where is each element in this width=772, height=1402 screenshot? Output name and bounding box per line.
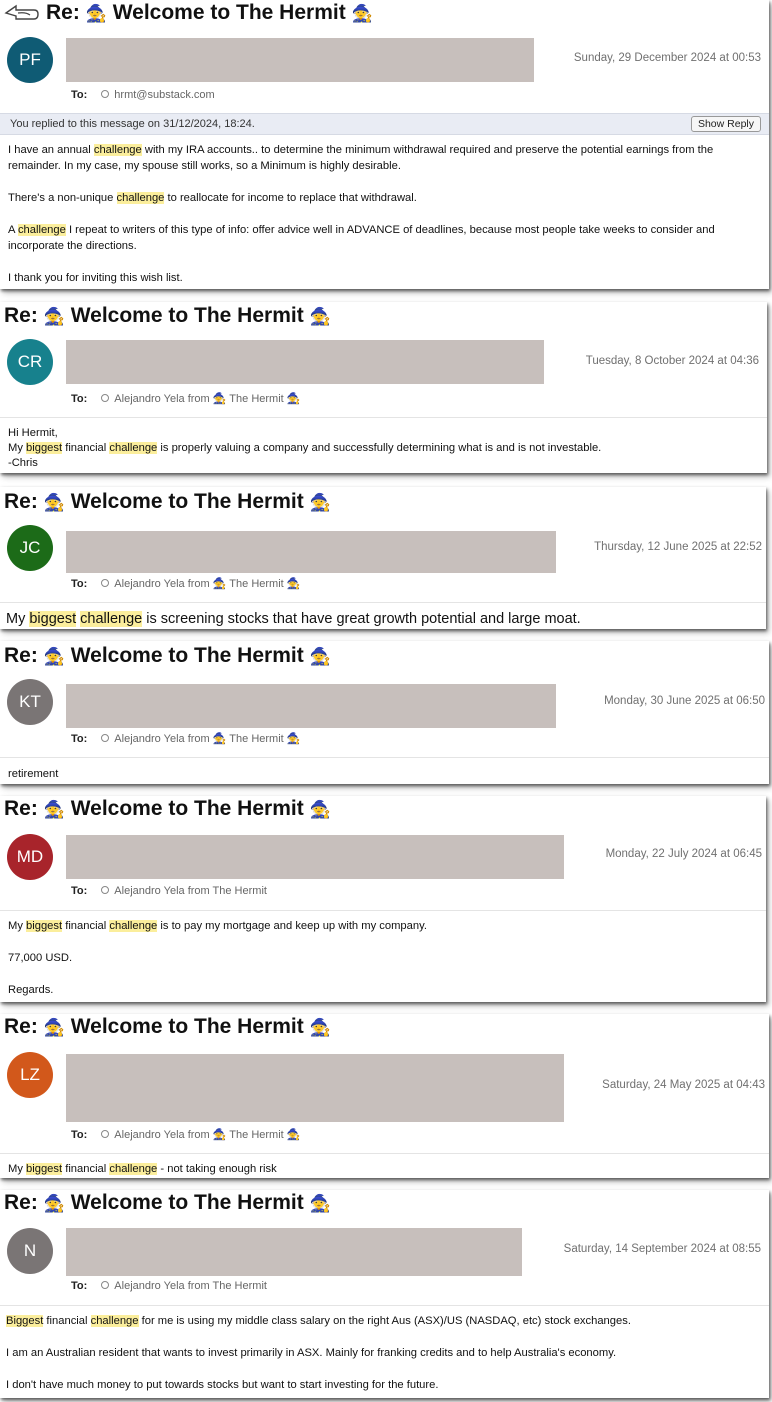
wizard-emoji-icon: 🧙 [43,1194,65,1213]
recipient-row: To: Alejandro Yela from 🧙 The Hermit 🧙 [71,578,301,590]
email-subject: Re: 🧙 Welcome to The Hermit 🧙 [4,1191,331,1214]
show-reply-button[interactable]: Show Reply [690,116,761,132]
redacted-sender [66,1228,522,1276]
recipient-status-icon [101,579,110,588]
wizard-emoji-icon: 🧙 [43,307,65,326]
body-paragraph: A challenge I repeat to writers of this … [8,224,715,252]
email-date: Saturday, 14 September 2024 at 08:55 [563,1243,761,1255]
avatar: CR [7,339,53,385]
email-card-jc: Re: 🧙 Welcome to The Hermit 🧙 JC Thursda… [0,487,766,629]
wizard-emoji-icon: 🧙 [43,1018,65,1037]
message-body: My biggest financial challenge is to pay… [8,920,427,996]
body-paragraph: I thank you for inviting this wish list. [8,272,183,284]
wizard-emoji-icon: 🧙 [309,1018,331,1037]
wizard-emoji-icon: 🧙 [85,4,107,23]
email-card-pf: Re: 🧙 Welcome to The Hermit 🧙 PF Sunday,… [0,0,769,289]
body-paragraph: I have an annual challenge with my IRA a… [8,144,714,172]
email-date: Saturday, 24 May 2025 at 04:43 [602,1079,765,1091]
email-date: Thursday, 12 June 2025 at 22:52 [594,541,762,553]
header-divider [0,757,769,758]
header-divider [0,417,767,418]
message-body: Hi Hermit, My biggest financial challeng… [8,427,602,469]
redacted-sender [66,684,556,728]
avatar: LZ [7,1052,53,1098]
avatar: MD [7,834,53,880]
message-body: My biggest challenge is screening stocks… [6,611,581,627]
wizard-emoji-icon: 🧙 [43,493,65,512]
wizard-emoji-icon: 🧙 [309,647,331,666]
header-divider [0,602,766,603]
recipient-status-icon [101,734,110,743]
email-card-md: Re: 🧙 Welcome to The Hermit 🧙 MD Monday,… [0,796,766,1002]
recipient-status-icon [101,394,110,403]
wizard-emoji-icon: 🧙 [43,800,65,819]
recipient-row: To: Alejandro Yela from The Hermit [71,1280,267,1292]
replied-arrow-icon [4,5,39,21]
redacted-sender [66,531,556,573]
redacted-sender [66,38,534,82]
wizard-emoji-icon: 🧙 [309,800,331,819]
email-card-lz: Re: 🧙 Welcome to The Hermit 🧙 LZ Saturda… [0,1014,769,1178]
email-subject: Re: 🧙 Welcome to The Hermit 🧙 [4,304,331,327]
recipient-row: To: Alejandro Yela from The Hermit [71,885,267,897]
recipient-status-icon [101,90,110,99]
email-card-n: Re: 🧙 Welcome to The Hermit 🧙 N Saturday… [0,1190,769,1398]
recipient-row: To: hrmt@substack.com [71,89,215,101]
email-date: Monday, 22 July 2024 at 06:45 [605,848,762,860]
redacted-sender [66,340,544,384]
redacted-sender [66,835,564,879]
replied-notice-bar: You replied to this message on 31/12/202… [0,113,769,135]
recipient-row: To: Alejandro Yela from 🧙 The Hermit 🧙 [71,1129,301,1141]
avatar: PF [7,37,53,83]
body-paragraph: There's a non-unique challenge to reallo… [8,192,417,204]
recipient-status-icon [101,1281,110,1290]
email-subject: Re: 🧙 Welcome to The Hermit 🧙 [4,1,373,25]
wizard-emoji-icon: 🧙 [351,4,373,23]
email-date: Sunday, 29 December 2024 at 00:53 [573,52,761,64]
avatar: KT [7,679,53,725]
email-date: Tuesday, 8 October 2024 at 04:36 [585,355,759,367]
wizard-emoji-icon: 🧙 [309,307,331,326]
avatar: JC [7,525,53,571]
recipient-status-icon [101,886,110,895]
redacted-sender [66,1054,564,1122]
wizard-emoji-icon: 🧙 [43,647,65,666]
recipient-row: To: Alejandro Yela from 🧙 The Hermit 🧙 [71,733,301,745]
message-body: Biggest financial challenge for me is us… [6,1315,631,1391]
email-card-kt: Re: 🧙 Welcome to The Hermit 🧙 KT Monday,… [0,641,769,784]
email-card-cr: Re: 🧙 Welcome to The Hermit 🧙 CR Tuesday… [0,302,767,473]
recipient-row: To: Alejandro Yela from 🧙 The Hermit 🧙 [71,393,301,405]
email-subject: Re: 🧙 Welcome to The Hermit 🧙 [4,1015,331,1038]
recipient-status-icon [101,1130,110,1139]
header-divider [0,1305,769,1306]
email-subject: Re: 🧙 Welcome to The Hermit 🧙 [4,644,331,667]
email-subject: Re: 🧙 Welcome to The Hermit 🧙 [4,797,331,820]
email-subject: Re: 🧙 Welcome to The Hermit 🧙 [4,490,331,513]
wizard-emoji-icon: 🧙 [309,493,331,512]
wizard-emoji-icon: 🧙 [309,1194,331,1213]
message-body: I have an annual challenge with my IRA a… [8,142,763,289]
message-body: My biggest financial challenge - not tak… [8,1163,277,1175]
email-date: Monday, 30 June 2025 at 06:50 [604,695,765,707]
avatar: N [7,1228,53,1274]
message-body: retirement [8,768,59,780]
header-divider [0,1153,769,1154]
header-divider [0,910,766,911]
